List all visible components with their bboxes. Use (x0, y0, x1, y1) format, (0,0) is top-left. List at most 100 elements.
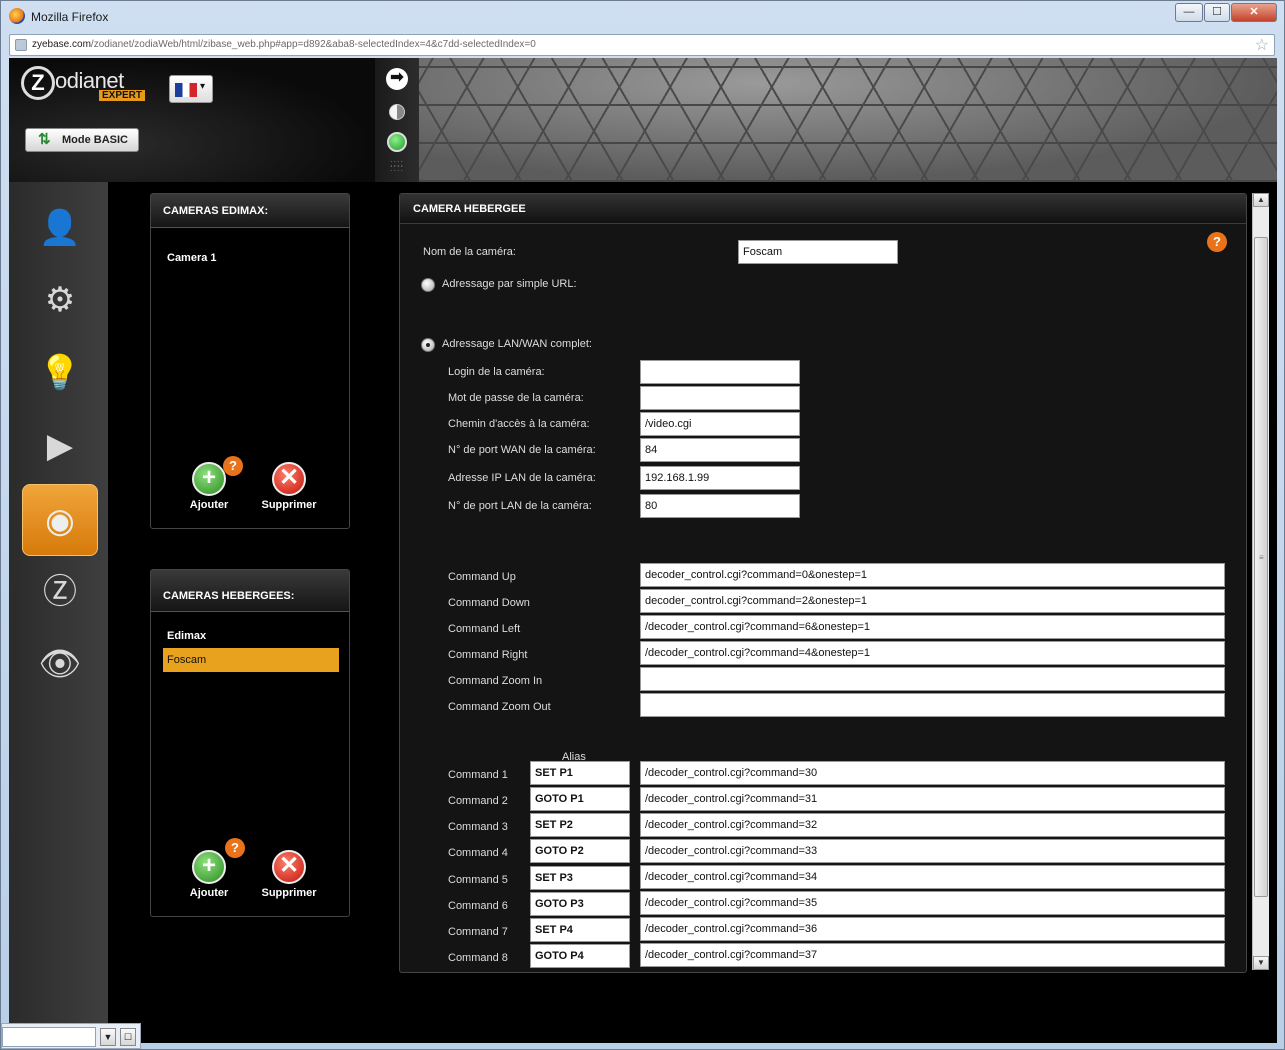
preset-alias-input[interactable]: GOTO P1 (530, 787, 630, 811)
bookmark-star-icon[interactable]: ☆ (1255, 35, 1269, 55)
language-selector[interactable]: ▾ (169, 75, 213, 103)
help-question-icon[interactable]: ? (1207, 232, 1227, 252)
path-input[interactable]: /video.cgi (640, 412, 800, 436)
zodianet-icon: Ⓩ (43, 573, 77, 611)
firefox-icon (9, 8, 25, 24)
lan-port-input[interactable]: 80 (640, 494, 800, 518)
help-question-icon[interactable]: ? (223, 456, 243, 476)
login-input[interactable] (640, 360, 800, 384)
form-title: CAMERA HEBERGEE (400, 194, 1246, 224)
preset-alias-input[interactable]: GOTO P4 (530, 944, 630, 968)
password-input[interactable] (640, 386, 800, 410)
simple-url-radio[interactable] (421, 278, 435, 292)
preset-alias-input[interactable]: SET P2 (530, 813, 630, 837)
minimize-button[interactable]: — (1175, 3, 1203, 22)
wan-port-input[interactable]: 84 (640, 438, 800, 462)
nav-zibase[interactable]: Ⓩ (22, 556, 98, 628)
lan-ip-input[interactable]: 192.168.1.99 (640, 466, 800, 490)
scroll-down-icon[interactable]: ▼ (1253, 956, 1269, 970)
window-title: Mozilla Firefox (31, 10, 109, 24)
list-item[interactable]: Edimax (163, 624, 339, 648)
close-button[interactable]: ✕ (1231, 3, 1277, 22)
eye-icon: 👁 (38, 645, 82, 683)
nav-scenarios[interactable]: ▶ (22, 410, 98, 482)
hosted-camera-form: CAMERA HEBERGEE ? Nom de la caméra: Fosc… (399, 193, 1247, 973)
login-label: Login de la caméra: (448, 366, 545, 378)
grid-dots-icon[interactable]: :::::::: (390, 159, 404, 173)
url-text[interactable]: zyebase.com/zodianet/zodiaWeb/html/zibas… (32, 39, 536, 50)
delete-hosted-button[interactable]: ✕ Supprimer (259, 850, 319, 900)
preset-label: Command 7 (448, 926, 508, 938)
preset-command-input[interactable]: /decoder_control.cgi?command=34 (640, 865, 1225, 889)
password-label: Mot de passe de la caméra: (448, 392, 584, 404)
preset-alias-input[interactable]: GOTO P3 (530, 892, 630, 916)
command-zoom-in-label: Command Zoom In (448, 675, 543, 687)
chevron-down-icon: ▾ (200, 81, 206, 92)
arrow-right-icon[interactable]: ➡ (386, 68, 408, 90)
address-bar[interactable]: zyebase.com/zodianet/zodiaWeb/html/zibas… (9, 34, 1275, 56)
preset-command-input[interactable]: /decoder_control.cgi?command=36 (640, 917, 1225, 941)
delete-edimax-button[interactable]: ✕ Supprimer (259, 462, 319, 512)
add-hosted-button[interactable]: + Ajouter (179, 850, 239, 900)
preset-command-input[interactable]: /decoder_control.cgi?command=35 (640, 891, 1225, 915)
lan-wan-label: Adressage LAN/WAN complet: (442, 338, 592, 350)
wan-port-label: N° de port WAN de la caméra: (448, 444, 596, 456)
command-left-input[interactable]: /decoder_control.cgi?command=6&onestep=1 (640, 615, 1225, 639)
list-item[interactable]: Camera 1 (163, 246, 339, 270)
vertical-scrollbar[interactable]: ▲ ≡ ▼ (1252, 193, 1269, 970)
mode-basic-button[interactable]: ⇅ Mode BASIC (25, 128, 139, 152)
nav-lights[interactable]: 💡 (22, 337, 98, 409)
preset-label: Command 2 (448, 795, 508, 807)
preset-command-input[interactable]: /decoder_control.cgi?command=30 (640, 761, 1225, 785)
status-input[interactable] (2, 1027, 96, 1047)
scroll-up-icon[interactable]: ▲ (1253, 193, 1269, 207)
command-zoom-out-input[interactable] (640, 693, 1225, 717)
zodianet-logo: Z odianet EXPERT (21, 66, 151, 102)
command-zoom-in-input[interactable] (640, 667, 1225, 691)
restore-icon[interactable]: ☐ (120, 1028, 136, 1046)
preset-command-input[interactable]: /decoder_control.cgi?command=32 (640, 813, 1225, 837)
switch-arrows-icon: ⇅ (38, 131, 51, 148)
lan-wan-radio[interactable] (421, 338, 435, 352)
scroll-thumb[interactable]: ≡ (1254, 237, 1268, 897)
webcam-icon: ◉ (45, 502, 75, 540)
help-question-icon[interactable]: ? (225, 838, 245, 858)
add-label: Ajouter (189, 499, 229, 511)
hosted-cameras-panel: CAMERAS HEBERGEES: Edimax Foscam + Ajout… (150, 569, 350, 917)
grip-icon: ≡ (1259, 553, 1264, 562)
header-hex-background (419, 58, 1277, 182)
nav-user[interactable]: 👤 (22, 192, 98, 264)
close-x-icon: ✕ (272, 462, 306, 496)
command-up-input[interactable]: decoder_control.cgi?command=0&onestep=1 (640, 563, 1225, 587)
preset-label: Command 4 (448, 847, 508, 859)
preset-alias-input[interactable]: SET P1 (530, 761, 630, 785)
list-item-selected[interactable]: Foscam (163, 648, 339, 672)
logo-mark: Z (21, 66, 55, 100)
preset-alias-input[interactable]: SET P4 (530, 918, 630, 942)
maximize-button[interactable]: ☐ (1204, 3, 1230, 22)
site-identity-icon[interactable] (15, 39, 27, 51)
preset-command-input[interactable]: /decoder_control.cgi?command=31 (640, 787, 1225, 811)
preset-command-input[interactable]: /decoder_control.cgi?command=33 (640, 839, 1225, 863)
command-right-input[interactable]: /decoder_control.cgi?command=4&onestep=1 (640, 641, 1225, 665)
command-down-label: Command Down (448, 597, 530, 609)
simple-url-label: Adressage par simple URL: (442, 278, 577, 290)
play-icon: ▶ (46, 427, 74, 465)
lan-port-label: N° de port LAN de la caméra: (448, 500, 592, 512)
preset-alias-input[interactable]: SET P3 (530, 866, 630, 890)
nav-surveillance[interactable]: 👁 (22, 628, 98, 700)
preset-command-input[interactable]: /decoder_control.cgi?command=37 (640, 943, 1225, 967)
add-label: Ajouter (189, 887, 229, 899)
preset-label: Command 8 (448, 952, 508, 964)
gears-icon: ⚙ (44, 281, 76, 319)
status-online-icon[interactable] (387, 132, 407, 152)
camera-name-input[interactable]: Foscam (738, 240, 898, 264)
preset-label: Command 3 (448, 821, 508, 833)
contrast-icon[interactable] (389, 104, 405, 120)
command-down-input[interactable]: decoder_control.cgi?command=2&onestep=1 (640, 589, 1225, 613)
logo-subtitle: EXPERT (99, 90, 146, 101)
nav-settings[interactable]: ⚙ (22, 264, 98, 336)
preset-alias-input[interactable]: GOTO P2 (530, 839, 630, 863)
nav-cameras[interactable]: ◉ (22, 484, 98, 556)
chevron-down-icon[interactable]: ▼ (100, 1028, 116, 1046)
